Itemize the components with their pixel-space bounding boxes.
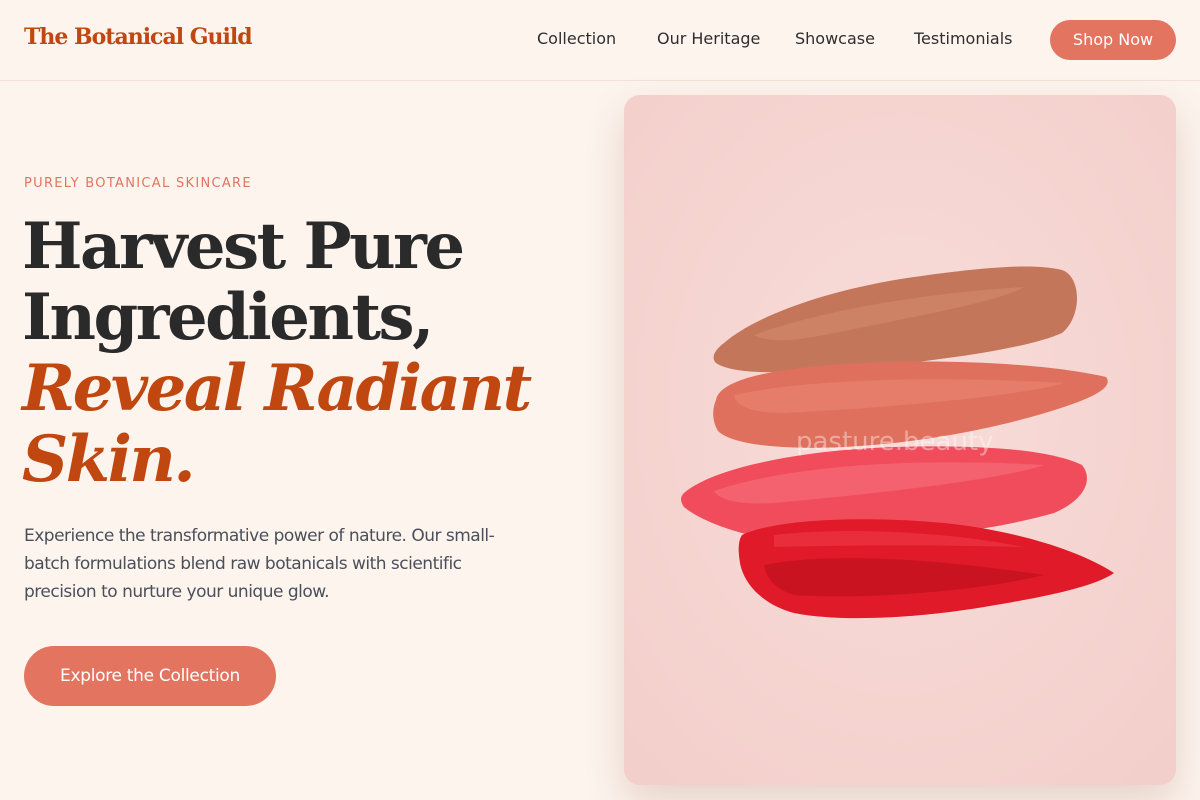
nav-link-testimonials[interactable]: Testimonials xyxy=(914,29,1013,48)
headline-accent-line-1: Reveal Radiant xyxy=(22,351,532,426)
hero-eyebrow: PURELY BOTANICAL SKINCARE xyxy=(24,176,252,191)
headline-line-2: Ingredients, xyxy=(22,280,434,355)
site-header: The Botanical Guild Collection Our Herit… xyxy=(0,0,1200,81)
hero-product-image: pasture.beauty xyxy=(624,95,1176,785)
shop-now-button[interactable]: Shop Now xyxy=(1050,20,1176,60)
headline-line-1: Harvest Pure xyxy=(22,209,465,284)
nav-link-showcase[interactable]: Showcase xyxy=(795,29,875,48)
page: The Botanical Guild Collection Our Herit… xyxy=(0,0,1200,800)
headline-accent-line-2: Skin. xyxy=(22,422,196,497)
brand-logo[interactable]: The Botanical Guild xyxy=(24,24,253,50)
image-watermark: pasture.beauty xyxy=(796,427,994,457)
nav-link-collection[interactable]: Collection xyxy=(537,29,616,48)
nav-link-our-heritage[interactable]: Our Heritage xyxy=(657,29,760,48)
hero-headline: Harvest Pure Ingredients, Reveal Radiant… xyxy=(22,211,602,495)
explore-collection-button[interactable]: Explore the Collection xyxy=(24,646,276,706)
hero-description: Experience the transformative power of n… xyxy=(24,526,495,602)
